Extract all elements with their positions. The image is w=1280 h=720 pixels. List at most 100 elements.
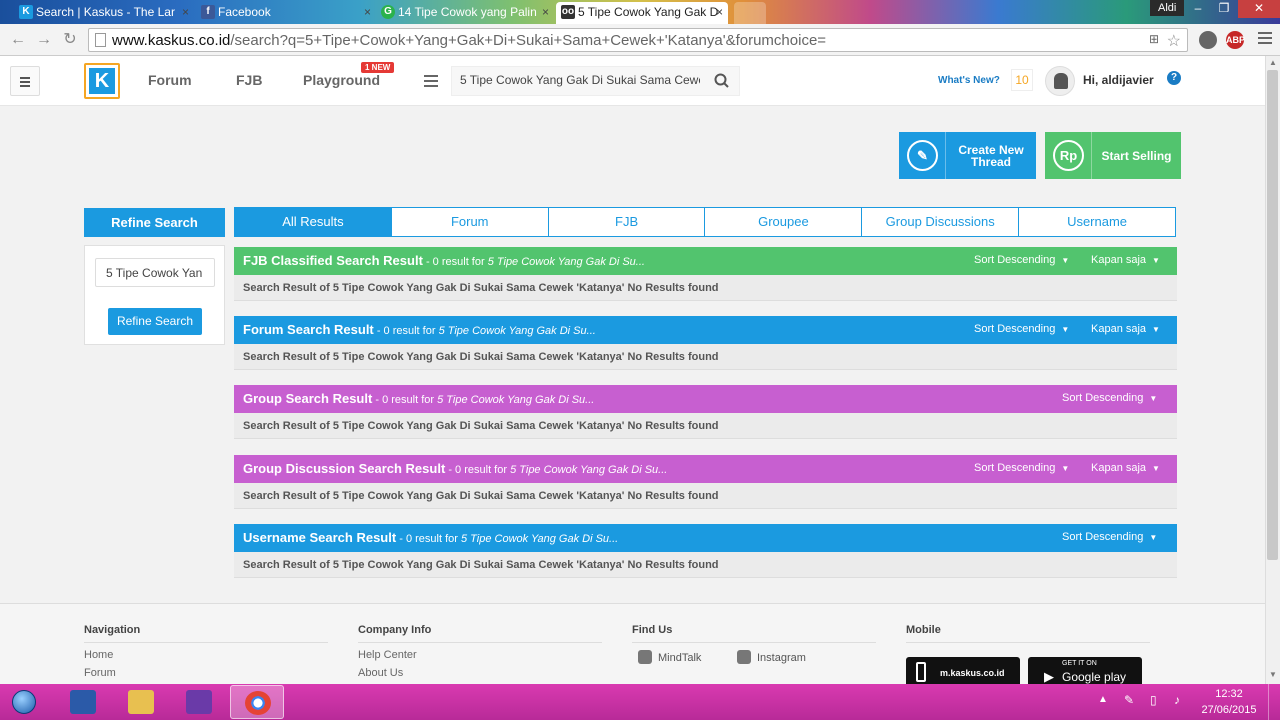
refine-search-header: Refine Search <box>84 208 225 237</box>
pin-icon[interactable]: ✎ <box>1124 693 1134 707</box>
tab-forum[interactable]: Forum <box>391 207 549 237</box>
explorer-app[interactable] <box>114 685 168 719</box>
avatar[interactable] <box>1045 66 1075 96</box>
tab-username[interactable]: Username <box>1019 207 1176 237</box>
media-app[interactable] <box>172 685 226 719</box>
sidebar-menu-button[interactable] <box>10 66 40 96</box>
search-icon[interactable] <box>713 72 731 90</box>
time-dropdown[interactable]: Kapan saja ▼ <box>1091 323 1160 335</box>
tab-groupee[interactable]: Groupee <box>705 207 863 237</box>
sort-dropdown[interactable]: Sort Descending ▼ <box>974 462 1069 474</box>
create-thread-button[interactable]: ✎ Create New Thread <box>899 132 1036 179</box>
mindtalk-link[interactable]: MindTalk <box>638 650 701 664</box>
time-dropdown[interactable]: Kapan saja ▼ <box>1091 462 1160 474</box>
close-icon[interactable]: × <box>182 2 189 22</box>
window-close-icon[interactable]: ✕ <box>1238 0 1280 18</box>
tray-arrow-icon[interactable]: ▲ <box>1098 694 1108 705</box>
site-header: K Forum FJB Playground 1 NEW What's New?… <box>0 56 1265 106</box>
page-icon <box>95 33 106 47</box>
show-desktop-button[interactable] <box>1268 684 1280 720</box>
no-results-message: Search Result of 5 Tipe Cowok Yang Gak D… <box>234 344 1177 370</box>
no-results-message: Search Result of 5 Tipe Cowok Yang Gak D… <box>234 483 1177 509</box>
scroll-up-icon[interactable]: ▲ <box>1268 58 1278 68</box>
whats-new-link[interactable]: What's New? <box>938 75 1000 86</box>
url-text[interactable]: www.kaskus.co.id/search?q=5+Tipe+Cowok+Y… <box>112 32 826 49</box>
scroll-down-icon[interactable]: ▼ <box>1268 670 1278 680</box>
bookmark-star-icon[interactable]: ☆ <box>1167 31 1181 51</box>
result-count: - 0 result for <box>396 533 461 545</box>
adblock-label: ABP <box>1226 35 1246 45</box>
address-bar[interactable]: www.kaskus.co.id/search?q=5+Tipe+Cowok+Y… <box>88 28 1188 52</box>
footer-heading: Company Info <box>358 624 602 643</box>
footer-link-help-center[interactable]: Help Center <box>358 649 602 661</box>
translate-icon[interactable]: ⊞ <box>1149 32 1159 46</box>
search-input[interactable] <box>460 73 700 87</box>
adblock-icon[interactable]: ABP <box>1226 31 1246 49</box>
close-icon[interactable]: × <box>542 2 549 22</box>
section-title: FJB Classified Search Result <box>243 253 423 268</box>
forward-icon[interactable]: → <box>34 30 54 50</box>
sort-dropdown[interactable]: Sort Descending ▼ <box>974 254 1069 266</box>
pencil-icon: ✎ <box>899 132 946 179</box>
tab-5-tipe[interactable]: oo 5 Tipe Cowok Yang Gak D × <box>556 2 728 24</box>
username-result-section: Username Search Result - 0 result for 5 … <box>234 524 1177 578</box>
nav-fjb[interactable]: FJB <box>236 72 262 88</box>
refine-search-input[interactable] <box>95 258 215 287</box>
section-title: Forum Search Result <box>243 322 374 337</box>
word-app[interactable] <box>56 685 110 719</box>
clock-time: 12:32 <box>1215 688 1243 700</box>
scrollbar-thumb[interactable] <box>1267 70 1278 560</box>
chrome-menu-icon[interactable] <box>1258 32 1272 47</box>
result-query: 5 Tipe Cowok Yang Gak Di Su... <box>438 325 596 337</box>
nav-forum[interactable]: Forum <box>148 72 192 88</box>
sort-dropdown[interactable]: Sort Descending ▼ <box>1062 392 1157 404</box>
kaskus-logo[interactable]: K <box>84 63 120 99</box>
battery-icon[interactable]: ▯ <box>1150 693 1157 707</box>
help-icon[interactable]: ? <box>1167 71 1181 85</box>
tab-all-results[interactable]: All Results <box>234 207 392 237</box>
restore-icon[interactable]: ❐ <box>1210 0 1238 18</box>
start-selling-button[interactable]: Rp Start Selling <box>1045 132 1181 179</box>
windows-taskbar: ▲ ✎ ▯ ♪ 12:32 27/06/2015 <box>0 684 1280 720</box>
profile-name[interactable]: Aldi <box>1150 0 1185 16</box>
nav-playground[interactable]: Playground <box>303 72 380 88</box>
sort-dropdown[interactable]: Sort Descending ▼ <box>974 323 1069 335</box>
new-tab-button[interactable] <box>734 2 766 24</box>
footer-link-forum[interactable]: Forum <box>84 667 328 679</box>
result-count: - 0 result for <box>445 464 511 476</box>
kaskus-icon: K <box>19 5 33 19</box>
reload-icon[interactable]: ↻ <box>60 30 80 50</box>
url-host: www.kaskus.co.id <box>112 32 231 49</box>
notification-count[interactable]: 10 <box>1011 69 1033 91</box>
rupiah-icon: Rp <box>1045 132 1092 179</box>
chrome-app[interactable] <box>230 685 284 719</box>
refine-search-panel: Refine Search <box>84 245 225 345</box>
footer-link-about-us[interactable]: About Us <box>358 667 602 679</box>
sort-dropdown[interactable]: Sort Descending ▼ <box>1062 531 1157 543</box>
tab-facebook[interactable]: f Facebook × <box>196 2 376 24</box>
facebook-icon: f <box>201 5 215 19</box>
close-icon[interactable]: × <box>716 2 723 22</box>
tab-14-tipe[interactable]: G 14 Tipe Cowok yang Palin × <box>376 2 554 24</box>
minimize-icon[interactable]: – <box>1184 0 1212 18</box>
refine-search-button[interactable]: Refine Search <box>108 308 202 335</box>
user-greeting[interactable]: Hi, aldijavier <box>1083 73 1154 87</box>
instagram-link[interactable]: Instagram <box>737 650 806 664</box>
close-icon[interactable]: × <box>364 2 371 22</box>
start-button[interactable] <box>4 686 44 718</box>
mobile-site-badge[interactable]: m.kaskus.co.id <box>906 657 1020 684</box>
group-discussion-result-section: Group Discussion Search Result - 0 resul… <box>234 455 1177 509</box>
tab-fjb[interactable]: FJB <box>548 207 706 237</box>
section-title: Username Search Result <box>243 530 397 545</box>
time-dropdown[interactable]: Kapan saja ▼ <box>1091 254 1160 266</box>
footer-link-home[interactable]: Home <box>84 649 328 661</box>
tab-kaskus-search[interactable]: K Search | Kaskus - The Lar × <box>14 2 194 24</box>
back-icon[interactable]: ← <box>8 30 28 50</box>
tab-group-discussions[interactable]: Group Discussions <box>862 207 1020 237</box>
extension-icon[interactable] <box>1199 31 1217 49</box>
kaskus-page: K Forum FJB Playground 1 NEW What's New?… <box>0 56 1265 684</box>
system-clock[interactable]: 12:32 27/06/2015 <box>1198 686 1260 718</box>
volume-icon[interactable]: ♪ <box>1174 693 1180 707</box>
google-play-badge[interactable]: GET IT ON ▶ Google play <box>1028 657 1142 684</box>
category-menu-icon[interactable] <box>424 75 438 90</box>
